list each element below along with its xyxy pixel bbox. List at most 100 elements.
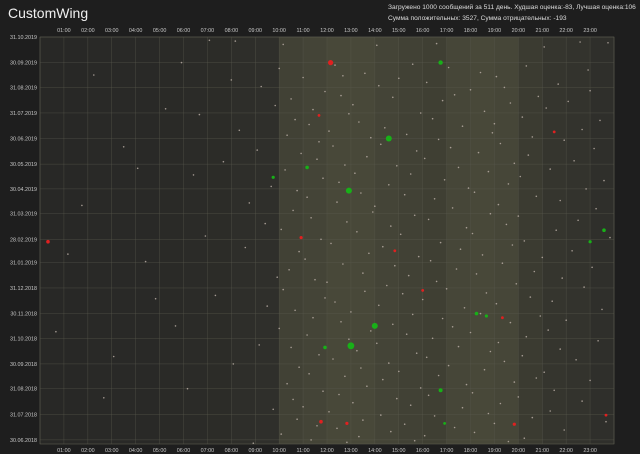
data-point (593, 147, 595, 150)
x-tick-label-top-1: 02:00 (81, 28, 95, 34)
data-point (326, 281, 328, 284)
data-point (238, 129, 241, 132)
data-point (344, 375, 346, 378)
data-point (549, 168, 551, 170)
y-tick-label-9: 31.01.2019 (10, 260, 37, 266)
data-point (479, 312, 482, 315)
data-point (609, 236, 611, 239)
data-point (346, 441, 348, 444)
data-point (316, 425, 318, 427)
x-tick-label-bottom-3: 04:00 (129, 448, 143, 454)
x-tick-label-top-22: 23:00 (583, 28, 597, 34)
data-point (419, 112, 422, 114)
data-point (425, 356, 428, 359)
data-point (443, 179, 446, 181)
data-point (103, 397, 105, 399)
data-point (487, 412, 490, 415)
positive-point (438, 388, 443, 393)
positive-point (484, 314, 488, 318)
data-point (549, 410, 551, 412)
x-tick-label-bottom-18: 19:00 (488, 448, 502, 454)
data-point (338, 181, 340, 184)
data-point (144, 260, 147, 263)
data-point (519, 175, 522, 178)
data-point (595, 207, 597, 210)
data-point (531, 416, 534, 419)
y-tick-label-12: 31.10.2018 (10, 336, 37, 342)
data-point (340, 321, 342, 323)
data-point (328, 130, 330, 132)
y-tick-label-7: 31.03.2019 (10, 212, 37, 218)
data-point (332, 358, 334, 360)
positive-point (588, 240, 592, 244)
data-point (535, 377, 538, 379)
x-tick-label-top-10: 11:00 (297, 28, 310, 34)
hour-band-23 (590, 37, 615, 444)
data-point (304, 258, 306, 260)
data-point (302, 76, 304, 79)
data-point (312, 316, 314, 319)
data-point (364, 290, 366, 293)
data-point (396, 397, 398, 400)
data-point (278, 67, 281, 70)
x-tick-label-top-6: 07:00 (201, 28, 215, 34)
positive-point (345, 187, 352, 194)
data-point (487, 170, 490, 173)
data-point (344, 164, 346, 166)
data-point (423, 157, 426, 160)
hour-band-20 (518, 37, 543, 444)
data-point (366, 385, 368, 388)
y-tick-label-3: 31.07.2019 (10, 111, 37, 117)
data-point (380, 414, 382, 416)
data-point (585, 188, 587, 190)
data-point (465, 383, 468, 386)
data-point (533, 270, 536, 273)
data-point (388, 362, 390, 364)
data-point (258, 344, 261, 346)
data-point (425, 81, 428, 84)
data-point (386, 284, 388, 287)
data-point (451, 326, 454, 328)
data-point (294, 309, 296, 312)
data-point (435, 280, 438, 283)
data-point (457, 345, 460, 348)
data-point (423, 434, 426, 437)
x-tick-label-top-16: 17:00 (440, 28, 454, 34)
data-point (581, 400, 583, 402)
data-point (471, 232, 474, 235)
data-point (429, 259, 432, 262)
data-point (296, 189, 298, 192)
negative-point (552, 130, 556, 134)
data-point (316, 158, 318, 160)
data-point (503, 360, 506, 363)
data-point (475, 273, 478, 275)
data-point (517, 396, 520, 398)
data-point (390, 225, 392, 227)
data-point (276, 276, 279, 279)
data-point (599, 119, 601, 122)
data-point (388, 184, 390, 186)
data-point (531, 136, 534, 138)
x-tick-label-bottom-5: 06:00 (177, 448, 191, 454)
data-point (479, 71, 482, 74)
data-point (491, 132, 494, 134)
data-point (427, 218, 430, 221)
data-point (499, 402, 502, 405)
data-point (421, 298, 424, 301)
data-point (136, 167, 139, 170)
hour-band-8 (231, 37, 256, 444)
data-point (535, 195, 538, 198)
data-point (409, 173, 412, 175)
data-point (437, 138, 440, 141)
data-point (186, 387, 189, 390)
data-point (358, 121, 360, 123)
data-point (356, 231, 358, 233)
data-point (603, 179, 605, 182)
negative-point (299, 236, 303, 240)
y-tick-label-11: 30.11.2018 (10, 312, 37, 318)
data-point (398, 370, 400, 373)
y-tick-label-14: 31.08.2018 (10, 387, 37, 393)
hour-band-6 (183, 37, 208, 444)
data-point (539, 315, 542, 317)
data-point (192, 174, 195, 176)
